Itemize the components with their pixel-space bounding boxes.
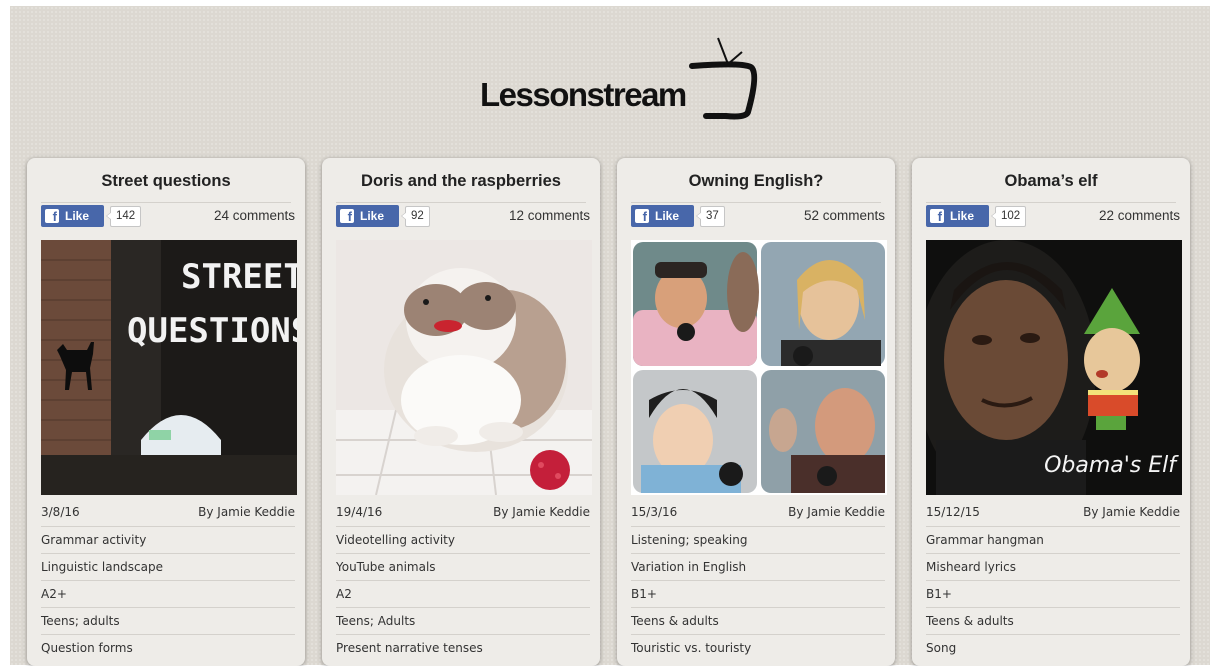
lesson-thumbnail[interactable]: STREET QUESTIONS	[41, 240, 297, 495]
lesson-tag: Misheard lyrics	[926, 553, 1180, 580]
lesson-meta: 15/12/15 By Jamie Keddie	[926, 505, 1180, 519]
lesson-tag: Grammar hangman	[926, 526, 1180, 553]
lesson-meta: 19/4/16 By Jamie Keddie	[336, 505, 590, 519]
lesson-tags: Listening; speaking Variation in English…	[631, 526, 885, 661]
lesson-meta: 15/3/16 By Jamie Keddie	[631, 505, 885, 519]
like-label: Like	[950, 209, 975, 223]
lesson-card[interactable]: Doris and the raspberries f Like 92 12 c…	[322, 158, 600, 666]
divider	[336, 202, 586, 203]
lesson-card[interactable]: Street questions f Like 142 24 comments	[27, 158, 305, 666]
comments-link[interactable]: 24 comments	[214, 208, 295, 223]
lesson-title[interactable]: Doris and the raspberries	[322, 172, 600, 191]
obama-elf-image: Obama's Elf	[926, 240, 1182, 495]
lesson-title[interactable]: Street questions	[27, 172, 305, 191]
lesson-author: By Jamie Keddie	[1083, 505, 1180, 519]
lesson-tags: Grammar hangman Misheard lyrics B1+ Teen…	[926, 526, 1180, 661]
facebook-like-button[interactable]: f Like	[41, 205, 104, 227]
facebook-like-button[interactable]: f Like	[336, 205, 399, 227]
comments-link[interactable]: 12 comments	[509, 208, 590, 223]
lesson-tag: A2	[336, 580, 590, 607]
lesson-date: 3/8/16	[41, 505, 80, 519]
divider	[631, 202, 881, 203]
lesson-tag: Videotelling activity	[336, 526, 590, 553]
lesson-thumbnail[interactable]	[336, 240, 592, 495]
logo-text: Lessonstream	[480, 76, 687, 113]
like-count: 37	[696, 206, 725, 227]
facebook-icon: f	[930, 209, 944, 224]
lesson-tag: Linguistic landscape	[41, 553, 295, 580]
lesson-tags: Grammar activity Linguistic landscape A2…	[41, 526, 295, 661]
lesson-tag: Touristic vs. touristy	[631, 634, 885, 661]
facebook-icon: f	[45, 209, 59, 224]
facebook-like-button[interactable]: f Like	[631, 205, 694, 227]
lesson-date: 15/12/15	[926, 505, 980, 519]
lesson-tag: Grammar activity	[41, 526, 295, 553]
thumbnail-caption: Obama's Elf	[1044, 453, 1179, 478]
like-label: Like	[360, 209, 385, 223]
lesson-title[interactable]: Obama’s elf	[912, 172, 1190, 191]
lesson-tag: B1+	[926, 580, 1180, 607]
lesson-tag: Listening; speaking	[631, 526, 885, 553]
like-count: 142	[105, 206, 142, 227]
like-count: 92	[401, 206, 430, 227]
lesson-tag: YouTube animals	[336, 553, 590, 580]
lesson-tag: Teens & adults	[631, 607, 885, 634]
lesson-card[interactable]: Owning English? f Like 37 52 comments 15…	[617, 158, 895, 666]
lesson-tag: Present narrative tenses	[336, 634, 590, 661]
divider	[926, 202, 1176, 203]
lesson-tag: Teens; Adults	[336, 607, 590, 634]
lesson-tag: Question forms	[41, 634, 295, 661]
lesson-tag: Song	[926, 634, 1180, 661]
lesson-author: By Jamie Keddie	[788, 505, 885, 519]
lesson-meta: 3/8/16 By Jamie Keddie	[41, 505, 295, 519]
lesson-author: By Jamie Keddie	[493, 505, 590, 519]
comments-link[interactable]: 22 comments	[1099, 208, 1180, 223]
lesson-tag: B1+	[631, 580, 885, 607]
like-label: Like	[65, 209, 90, 223]
lesson-tag: Teens & adults	[926, 607, 1180, 634]
comments-link[interactable]: 52 comments	[804, 208, 885, 223]
site-logo[interactable]: Lessonstream	[480, 36, 760, 126]
lesson-card[interactable]: Obama’s elf f Like 102 22 comments Obama…	[912, 158, 1190, 666]
lesson-tag: Teens; adults	[41, 607, 295, 634]
lesson-date: 15/3/16	[631, 505, 678, 519]
thumbnail-caption: QUESTIONS	[127, 311, 297, 351]
lesson-author: By Jamie Keddie	[198, 505, 295, 519]
street-tunnel-image: STREET QUESTIONS	[41, 240, 297, 495]
rabbit-image	[336, 240, 592, 495]
lesson-thumbnail[interactable]: Obama's Elf	[926, 240, 1182, 495]
lesson-title[interactable]: Owning English?	[617, 172, 895, 191]
lesson-tag: Variation in English	[631, 553, 885, 580]
facebook-like-button[interactable]: f Like	[926, 205, 989, 227]
facebook-icon: f	[340, 209, 354, 224]
facebook-icon: f	[635, 209, 649, 224]
like-label: Like	[655, 209, 680, 223]
lesson-thumbnail[interactable]	[631, 240, 887, 495]
lesson-tags: Videotelling activity YouTube animals A2…	[336, 526, 590, 661]
divider	[41, 202, 291, 203]
page-background: Lessonstream Street questions f Like 142…	[10, 6, 1210, 666]
thumbnail-caption: STREET	[181, 257, 297, 297]
interview-collage-image	[631, 240, 887, 495]
lesson-tag: A2+	[41, 580, 295, 607]
like-count: 102	[990, 206, 1027, 227]
lesson-date: 19/4/16	[336, 505, 383, 519]
